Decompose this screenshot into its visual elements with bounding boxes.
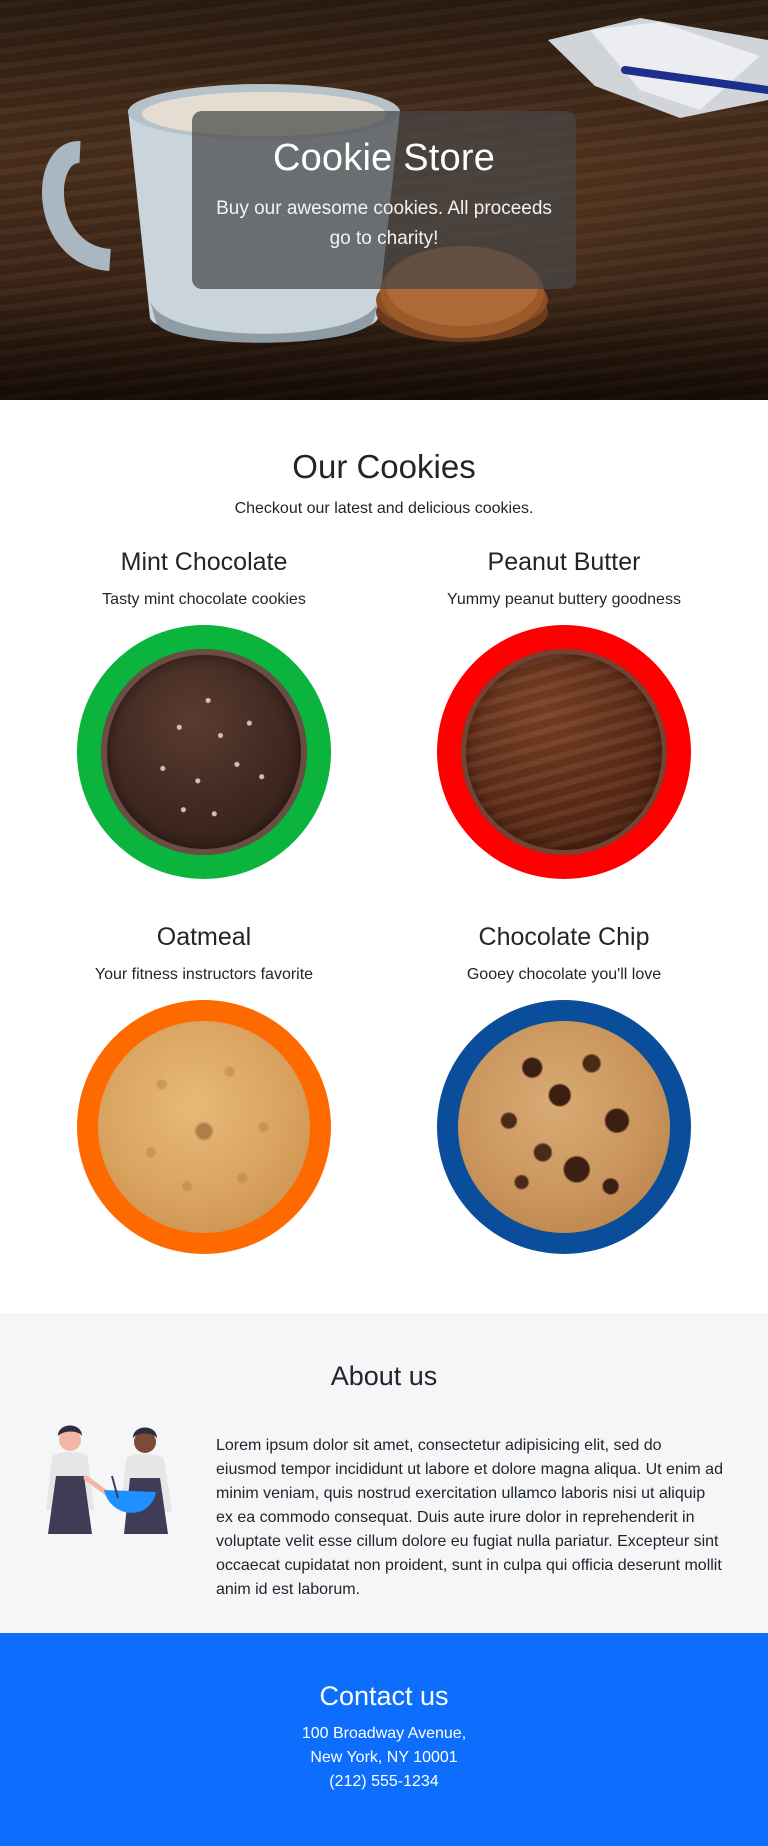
- cookie-name: Oatmeal: [156, 923, 252, 951]
- cookie-card-peanut-butter: Peanut Butter Yummy peanut buttery goodn…: [384, 548, 744, 879]
- contact-address-line1: 100 Broadway Avenue,: [301, 1725, 467, 1742]
- cookie-ring: [437, 625, 691, 879]
- cookie-ring: [437, 1000, 691, 1254]
- contact-phone: (212) 555-1234: [329, 1773, 439, 1790]
- cookie-description: Your fitness instructors favorite: [94, 966, 314, 983]
- cookie-name: Mint Chocolate: [120, 548, 288, 576]
- oatmeal-cookie-image: [98, 1021, 310, 1233]
- hero-banner: Cookie Store Buy our awesome cookies. Al…: [0, 0, 768, 400]
- contact-details: 100 Broadway Avenue, New York, NY 10001 …: [0, 1722, 768, 1794]
- cookie-description: Gooey chocolate you'll love: [466, 966, 662, 983]
- about-title: About us: [330, 1361, 438, 1391]
- page-title: Cookie Store: [272, 137, 496, 179]
- about-section: About us Lorem ipsum dolor sit amet, con…: [0, 1313, 768, 1633]
- cookies-section: Our Cookies Checkout our latest and deli…: [0, 400, 768, 1313]
- cookie-ring: [77, 1000, 331, 1254]
- cookies-section-subtitle: Checkout our latest and delicious cookie…: [234, 500, 534, 517]
- cookie-description: Yummy peanut buttery goodness: [447, 591, 681, 608]
- peanut-butter-cookie-image: [461, 649, 667, 855]
- hero-card: Cookie Store Buy our awesome cookies. Al…: [192, 111, 576, 289]
- cookie-card-chocolate-chip: Chocolate Chip Gooey chocolate you'll lo…: [384, 923, 744, 1254]
- mint-chocolate-cookie-image: [101, 649, 307, 855]
- cookie-description: Tasty mint chocolate cookies: [102, 591, 306, 608]
- chocolate-chip-cookie-image: [458, 1021, 670, 1233]
- cookie-name: Chocolate Chip: [478, 923, 650, 951]
- cookie-grid: Mint Chocolate Tasty mint chocolate cook…: [0, 548, 768, 1254]
- cookie-name: Peanut Butter: [487, 548, 641, 576]
- cookie-card-mint-chocolate: Mint Chocolate Tasty mint chocolate cook…: [24, 548, 384, 879]
- contact-title: Contact us: [319, 1681, 449, 1711]
- cookie-ring: [77, 625, 331, 879]
- bakers-illustration-icon: [46, 1425, 172, 1534]
- cookies-section-title: Our Cookies: [292, 448, 476, 485]
- cookie-card-oatmeal: Oatmeal Your fitness instructors favorit…: [24, 923, 384, 1254]
- hero-subtitle: Buy our awesome cookies. All proceeds go…: [216, 198, 552, 249]
- contact-address-line2: New York, NY 10001: [310, 1749, 458, 1766]
- contact-section: Contact us 100 Broadway Avenue, New York…: [0, 1633, 768, 1846]
- about-text: Lorem ipsum dolor sit amet, consectetur …: [216, 1437, 723, 1598]
- paper-and-pen-icon: [548, 18, 768, 118]
